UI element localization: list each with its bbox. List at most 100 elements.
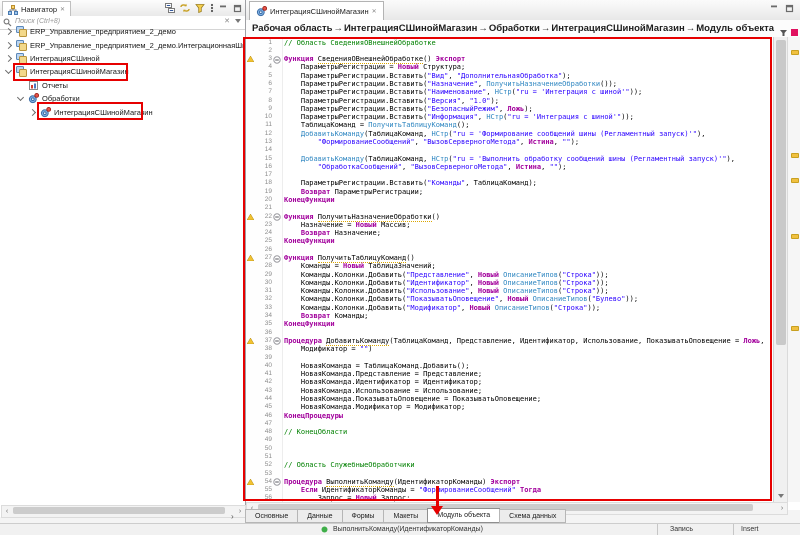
scroll-thumb[interactable] xyxy=(776,40,786,345)
code-line[interactable]: 21 xyxy=(246,204,773,212)
code-line[interactable]: 26 xyxy=(246,246,773,254)
code-line[interactable]: 34 Возврат Команды; xyxy=(246,312,773,320)
filter-icon[interactable] xyxy=(195,3,205,13)
code-line[interactable]: 35КонецФункции xyxy=(246,320,773,328)
code-line[interactable]: 20КонецФункции xyxy=(246,196,773,204)
code-line[interactable]: 42 НоваяКоманда.Идентификатор = Идентифи… xyxy=(246,378,773,386)
maximize-icon[interactable] xyxy=(785,4,794,13)
chevron-right-icon[interactable] xyxy=(5,28,12,35)
code-line[interactable]: 53 xyxy=(246,470,773,478)
tree-item-Отчеты[interactable]: Отчеты xyxy=(0,79,245,92)
minimize-icon[interactable] xyxy=(219,4,228,13)
scroll-right-icon[interactable]: › xyxy=(235,506,245,517)
maximize-icon[interactable] xyxy=(233,4,242,13)
fold-collapse-icon[interactable] xyxy=(273,478,281,486)
code-line[interactable]: 47 xyxy=(246,420,773,428)
code-line[interactable]: 24 Возврат Назначение; xyxy=(246,229,773,237)
scroll-down-icon[interactable] xyxy=(774,490,787,501)
code-line[interactable]: 2 xyxy=(246,47,773,55)
tabs-overflow-icon[interactable]: › xyxy=(231,512,234,521)
code-line[interactable]: 33 Команды.Колонки.Добавить("Модификатор… xyxy=(246,304,773,312)
code-line[interactable]: 45 НоваяКоманда.Модификатор = Модификато… xyxy=(246,403,773,411)
scroll-thumb[interactable] xyxy=(13,507,225,514)
code-line[interactable]: 15 ДобавитьКоманду(ТаблицаКоманд, НСтр("… xyxy=(246,155,773,163)
breadcrumb-segment[interactable]: Модуль объекта xyxy=(696,23,774,34)
code-line[interactable]: 46КонецПроцедуры xyxy=(246,412,773,420)
collapse-all-icon[interactable] xyxy=(165,3,175,13)
code-line[interactable]: 51 xyxy=(246,453,773,461)
close-icon[interactable]: ✕ xyxy=(60,6,65,13)
tree-item-ИнтеграцияСШинойМагазин[interactable]: ИнтеграцияСШинойМагазин xyxy=(0,105,245,118)
view-menu-icon[interactable] xyxy=(210,3,214,13)
tree-item-ERP_Управление_предприятием_2_демо[interactable]: ERP_Управление_предприятием_2_демо xyxy=(0,25,245,38)
code-line[interactable]: 1// Область СведенияОВнешнейОбработке xyxy=(246,39,773,47)
code-line[interactable]: 27Функция ПолучитьТаблицуКоманд() xyxy=(246,254,773,262)
scroll-left-icon[interactable]: ‹ xyxy=(2,506,12,517)
chevron-right-icon[interactable] xyxy=(5,42,12,49)
code-line[interactable]: 9 ПараметрыРегистрации.Вставить("Безопас… xyxy=(246,105,773,113)
code-line[interactable]: 5 ПараметрыРегистрации.Вставить("Вид", "… xyxy=(246,72,773,80)
code-line[interactable]: 18 ПараметрыРегистрации.Вставить("Команд… xyxy=(246,179,773,187)
code-line[interactable]: 7 ПараметрыРегистрации.Вставить("Наимено… xyxy=(246,88,773,96)
breadcrumb-segment[interactable]: Рабочая область xyxy=(252,23,332,34)
code-line[interactable]: 43 НоваяКоманда.Использование = Использо… xyxy=(246,387,773,395)
code-line[interactable]: 50 xyxy=(246,445,773,453)
code-line[interactable]: 6 ПараметрыРегистрации.Вставить("Назначе… xyxy=(246,80,773,88)
chevron-right-icon[interactable] xyxy=(5,55,12,62)
code-line[interactable]: 28 Команды = Новый ТаблицаЗначений; xyxy=(246,262,773,270)
code-line[interactable]: 11 ТаблицаКоманд = ПолучитьТаблицуКоманд… xyxy=(246,121,773,129)
code-line[interactable]: 48// КонецОбласти xyxy=(246,428,773,436)
breadcrumb-segment[interactable]: ИнтеграцияСШинойМагазин xyxy=(344,23,477,34)
tree-item-ИнтеграцияСШинойМагазин[interactable]: ИнтеграцияСШинойМагазин xyxy=(0,65,245,78)
code-line[interactable]: 39 xyxy=(246,354,773,362)
page-tab-Макеты[interactable]: Макеты xyxy=(383,509,428,523)
navigator-horizontal-scrollbar[interactable]: ‹ › xyxy=(1,505,246,518)
code-line[interactable]: 8 ПараметрыРегистрации.Вставить("Версия"… xyxy=(246,97,773,105)
code-line[interactable]: 52// Область СлужебныеОбработчики xyxy=(246,461,773,469)
chevron-down-icon[interactable] xyxy=(17,94,24,101)
code-line[interactable]: 22Функция ПолучитьНазначениеОбработки() xyxy=(246,213,773,221)
code-line[interactable]: 4 ПараметрыРегистрации = Новый Структура… xyxy=(246,63,773,71)
code-line[interactable]: 30 Команды.Колонки.Добавить("Идентификат… xyxy=(246,279,773,287)
tab-navigator[interactable]: Навигатор ✕ xyxy=(2,1,71,17)
close-icon[interactable]: ✕ xyxy=(372,8,377,15)
code-line[interactable]: 31 Команды.Колонки.Добавить("Использован… xyxy=(246,287,773,295)
tree-item-ИнтеграцияСШиной[interactable]: ИнтеграцияСШиной xyxy=(0,52,245,65)
chevron-right-icon[interactable] xyxy=(29,109,36,116)
link-with-editor-icon[interactable] xyxy=(180,3,190,13)
breadcrumb-path[interactable]: Рабочая область→ИнтеграцияСШинойМагазин→… xyxy=(252,23,774,34)
code-line[interactable]: 25КонецФункции xyxy=(246,237,773,245)
annotations-icon[interactable] xyxy=(780,29,787,36)
page-tab-Схема данных[interactable]: Схема данных xyxy=(499,509,566,523)
breadcrumb-segment[interactable]: ИнтеграцияСШинойМагазин xyxy=(551,23,684,34)
tree-item-ERP_Управление_предприятием_2_демо.ИнтеграционнаяШина[interactable]: ERP_Управление_предприятием_2_демо.Интег… xyxy=(0,38,245,51)
scroll-right-icon[interactable]: › xyxy=(777,503,787,514)
editor-vertical-scrollbar[interactable] xyxy=(773,37,788,502)
fold-collapse-icon[interactable] xyxy=(273,213,281,221)
code-line[interactable]: 16 "ОбработкаСообщений", "ВызовСерверног… xyxy=(246,163,773,171)
code-line[interactable]: 14 xyxy=(246,146,773,154)
chevron-down-icon[interactable] xyxy=(5,67,12,74)
chevron-down-icon[interactable] xyxy=(235,19,241,23)
code-line[interactable]: 19 Возврат ПараметрыРегистрации; xyxy=(246,188,773,196)
editor-tab[interactable]: ИнтеграцияСШинойМагазин ✕ xyxy=(249,1,384,20)
fold-collapse-icon[interactable] xyxy=(273,255,281,263)
code-line[interactable]: 17 xyxy=(246,171,773,179)
code-line[interactable]: 23 Назначение = Новый Массив; xyxy=(246,221,773,229)
code-line[interactable]: 55 Если ИдентификаторКоманды = "Формиров… xyxy=(246,486,773,494)
code-line[interactable]: 12 ДобавитьКоманду(ТаблицаКоманд, НСтр("… xyxy=(246,130,773,138)
tree-item-Обработки[interactable]: Обработки xyxy=(0,92,245,105)
code-line[interactable]: 29 Команды.Колонки.Добавить("Представлен… xyxy=(246,271,773,279)
code-line[interactable]: 40 НоваяКоманда = ТаблицаКоманд.Добавить… xyxy=(246,362,773,370)
page-tab-Основные[interactable]: Основные xyxy=(245,509,298,523)
page-tab-Данные[interactable]: Данные xyxy=(297,509,342,523)
code-line[interactable]: 54Процедура ВыполнитьКоманду(Идентификат… xyxy=(246,478,773,486)
code-line[interactable]: 38 Модификатор = "") xyxy=(246,345,773,353)
warning-marker[interactable] xyxy=(791,326,799,331)
code-editor[interactable]: 1// Область СведенияОВнешнейОбработке23Ф… xyxy=(246,37,773,502)
code-line[interactable]: 3Функция СведенияОВнешнейОбработке() Экс… xyxy=(246,55,773,63)
code-line[interactable]: 44 НоваяКоманда.ПоказыватьОповещение = П… xyxy=(246,395,773,403)
warning-marker[interactable] xyxy=(791,234,799,239)
minimize-icon[interactable] xyxy=(770,4,779,13)
code-line[interactable]: 41 НоваяКоманда.Представление = Представ… xyxy=(246,370,773,378)
